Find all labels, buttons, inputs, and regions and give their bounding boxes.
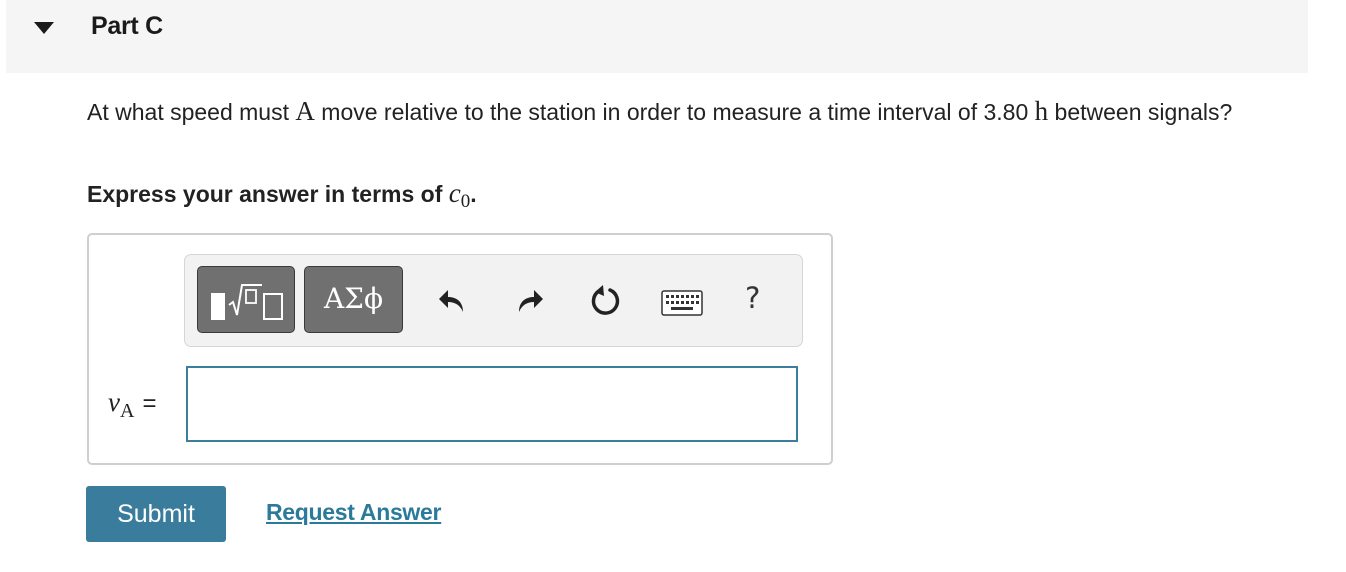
instruction-variable: c: [448, 178, 461, 208]
symbol-a: A: [295, 96, 315, 126]
instruction-period: .: [470, 181, 477, 207]
answer-variable: v: [108, 387, 120, 417]
answer-variable-subscript: A: [119, 400, 135, 422]
question-text: At what speed must A move relative to th…: [87, 95, 1307, 128]
part-header[interactable]: [6, 0, 1308, 73]
undo-icon[interactable]: [437, 284, 469, 316]
unit-hours: h: [1034, 96, 1049, 126]
instruction-text: Express your answer in terms of: [87, 181, 449, 207]
keyboard-icon[interactable]: [661, 290, 703, 316]
question-text-middle: move relative to the station in order to…: [314, 99, 1035, 125]
instruction-subscript: 0: [460, 191, 471, 212]
help-button[interactable]: ?: [745, 281, 760, 315]
part-title: Part C: [91, 12, 163, 40]
greek-symbols-button[interactable]: ΑΣϕ: [304, 266, 403, 333]
answer-instruction: Express your answer in terms of c0.: [87, 178, 477, 212]
answer-variable-label: vA =: [108, 387, 157, 422]
answer-input[interactable]: [186, 366, 798, 442]
question-text-after: between signals?: [1048, 99, 1233, 125]
redo-icon[interactable]: [513, 284, 545, 316]
collapse-caret-icon[interactable]: [34, 22, 54, 34]
equals-sign: =: [142, 390, 157, 417]
template-icon: [211, 284, 283, 320]
submit-button[interactable]: Submit: [86, 486, 226, 542]
question-text-before: At what speed must: [87, 99, 296, 125]
templates-button[interactable]: [197, 266, 295, 333]
reset-icon[interactable]: [588, 282, 624, 318]
request-answer-link[interactable]: Request Answer: [266, 499, 441, 526]
